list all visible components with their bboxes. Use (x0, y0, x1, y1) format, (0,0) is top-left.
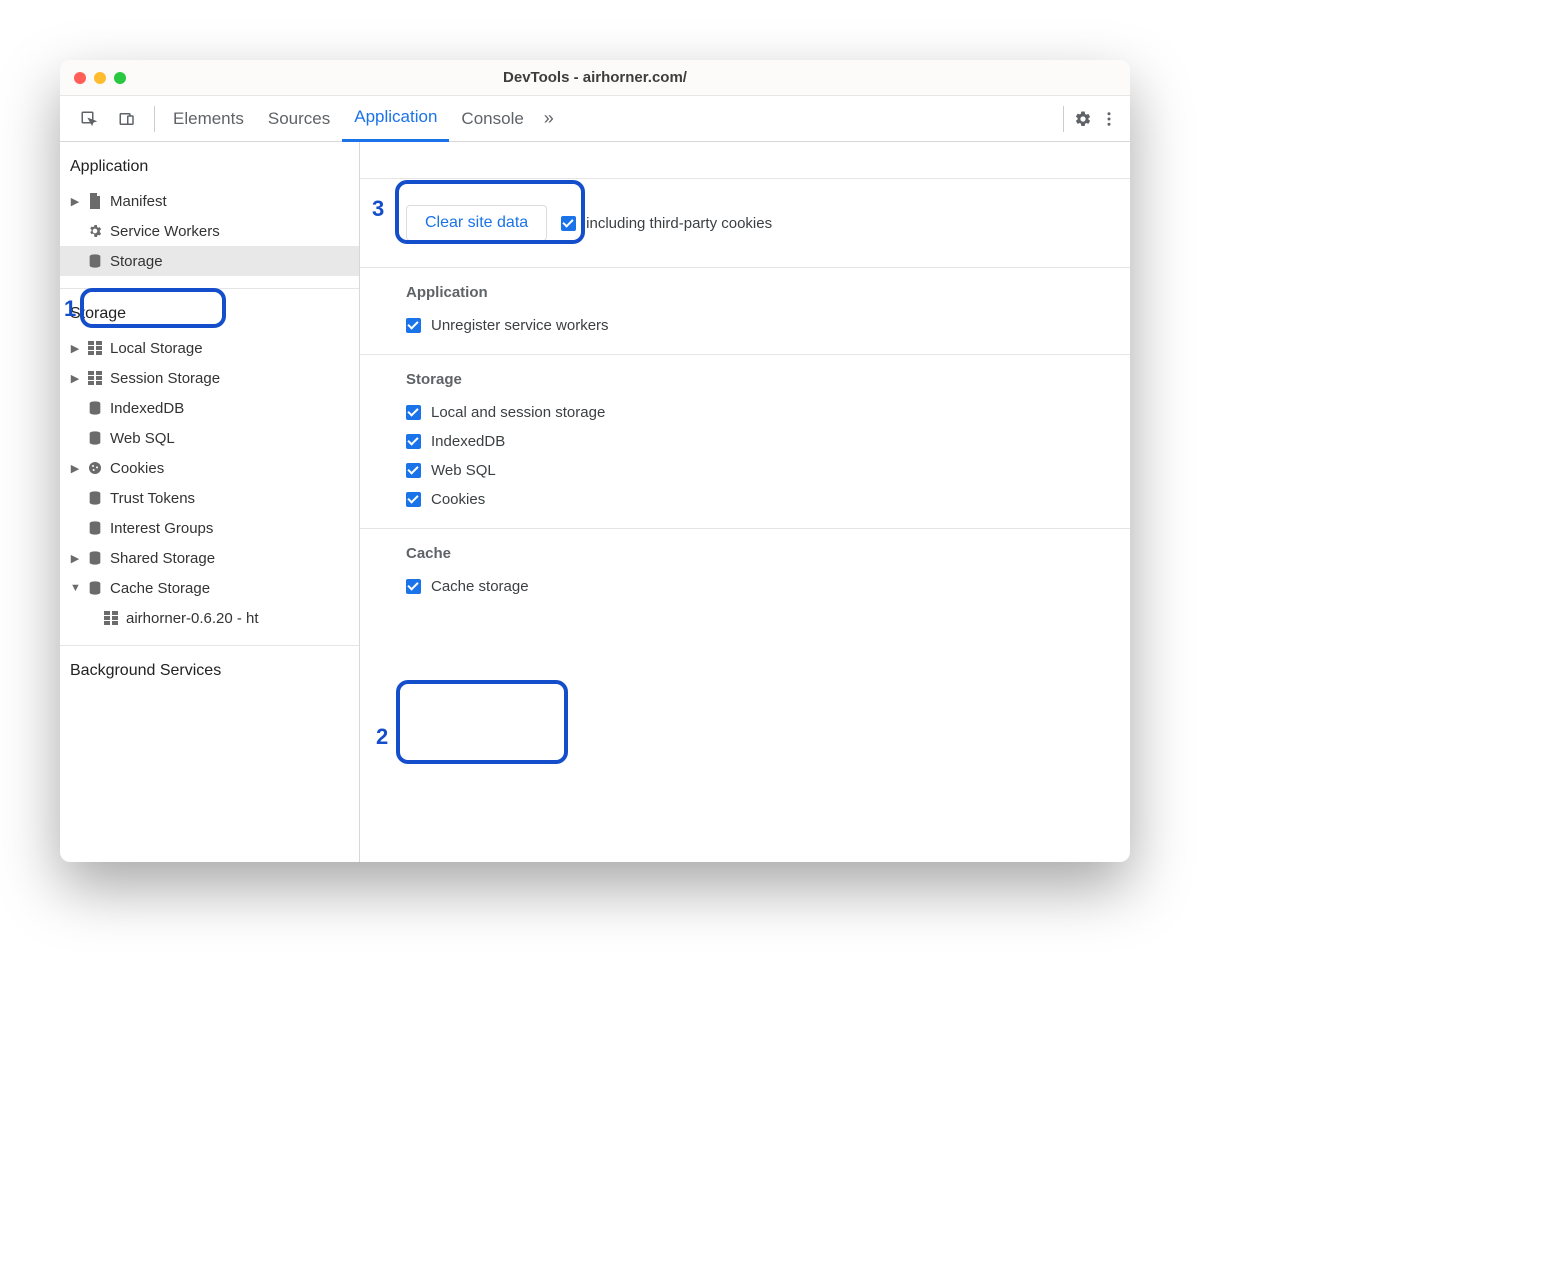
cookies-checkbox[interactable] (406, 492, 421, 507)
database-icon (86, 579, 104, 597)
sidebar-heading-application: Application (60, 152, 359, 186)
device-toolbar-icon[interactable] (114, 106, 140, 132)
indexeddb-checkbox[interactable] (406, 434, 421, 449)
zoom-window-button[interactable] (114, 72, 126, 84)
body: Application ▶ Manifest ▶ Service Workers… (60, 142, 1130, 862)
table-icon (86, 369, 104, 387)
close-window-button[interactable] (74, 72, 86, 84)
database-icon (86, 489, 104, 507)
sidebar-section-storage: Storage ▶ Local Storage ▶ Session Storag… (60, 289, 359, 646)
section-title-application: Application (376, 282, 1114, 311)
tab-application[interactable]: Application (342, 96, 449, 142)
label: airhorner-0.6.20 - ht (126, 610, 259, 627)
label: Local Storage (110, 340, 203, 357)
sidebar-item-trust-tokens[interactable]: ▶ Trust Tokens (60, 483, 359, 513)
disclosure-icon: ▶ (70, 462, 80, 475)
document-icon (86, 192, 104, 210)
tab-elements[interactable]: Elements (161, 96, 256, 142)
local-session-checkbox[interactable] (406, 405, 421, 420)
label: Interest Groups (110, 520, 213, 537)
third-party-cookies-checkbox[interactable] (561, 216, 576, 231)
third-party-cookies-label: including third-party cookies (586, 215, 772, 232)
clear-site-data-button[interactable]: Clear site data (406, 205, 547, 241)
minimize-window-button[interactable] (94, 72, 106, 84)
application-group-panel: Application Unregister service workers (360, 268, 1130, 355)
unregister-sw-label: Unregister service workers (431, 317, 609, 334)
label: Storage (110, 253, 163, 270)
inspect-element-icon[interactable] (76, 106, 102, 132)
sidebar-item-session-storage[interactable]: ▶ Session Storage (60, 363, 359, 393)
label: Cookies (110, 460, 164, 477)
sidebar-item-cache-storage[interactable]: ▼ Cache Storage (60, 573, 359, 603)
sidebar-item-indexeddb[interactable]: ▶ IndexedDB (60, 393, 359, 423)
sidebar-item-local-storage[interactable]: ▶ Local Storage (60, 333, 359, 363)
disclosure-open-icon: ▼ (70, 582, 80, 594)
cache-group-panel: Cache Cache storage (360, 529, 1130, 615)
label: Manifest (110, 193, 167, 210)
label: Web SQL (110, 430, 175, 447)
database-icon (86, 399, 104, 417)
database-icon (86, 519, 104, 537)
label: IndexedDB (110, 400, 184, 417)
web-sql-label: Web SQL (431, 462, 496, 479)
tab-console[interactable]: Console (449, 96, 535, 142)
sidebar-heading-bg-services: Background Services (60, 656, 359, 690)
disclosure-icon: ▶ (70, 195, 80, 208)
disclosure-icon: ▶ (70, 552, 80, 565)
disclosure-icon: ▶ (70, 372, 80, 385)
kebab-menu-icon[interactable] (1096, 106, 1122, 132)
database-icon (86, 429, 104, 447)
sidebar-item-service-workers[interactable]: ▶ Service Workers (60, 216, 359, 246)
label: Session Storage (110, 370, 220, 387)
clear-data-panel: Clear site data including third-party co… (360, 178, 1130, 268)
sidebar: Application ▶ Manifest ▶ Service Workers… (60, 142, 360, 862)
sidebar-item-cookies[interactable]: ▶ Cookies (60, 453, 359, 483)
table-icon (102, 609, 120, 627)
sidebar-section-application: Application ▶ Manifest ▶ Service Workers… (60, 142, 359, 289)
storage-group-panel: Storage Local and session storage Indexe… (360, 355, 1130, 529)
cache-storage-label: Cache storage (431, 578, 529, 595)
table-icon (86, 339, 104, 357)
section-title-cache: Cache (376, 543, 1114, 572)
label: Shared Storage (110, 550, 215, 567)
database-icon (86, 549, 104, 567)
traffic-lights (74, 72, 126, 84)
sidebar-item-cache-entry[interactable]: airhorner-0.6.20 - ht (60, 603, 359, 633)
disclosure-icon: ▶ (70, 342, 80, 355)
cookies-label: Cookies (431, 491, 485, 508)
label: Trust Tokens (110, 490, 195, 507)
sidebar-section-bg-services: Background Services (60, 646, 359, 702)
sidebar-item-interest-groups[interactable]: ▶ Interest Groups (60, 513, 359, 543)
main-panel: Clear site data including third-party co… (360, 142, 1130, 862)
local-session-label: Local and session storage (431, 404, 605, 421)
devtools-window: DevTools - airhorner.com/ Elements Sourc… (60, 60, 1130, 862)
more-tabs-icon[interactable]: » (536, 106, 562, 132)
gear-icon (86, 222, 104, 240)
label: Cache Storage (110, 580, 210, 597)
window-title: DevTools - airhorner.com/ (60, 69, 1130, 86)
unregister-sw-checkbox[interactable] (406, 318, 421, 333)
database-icon (86, 252, 104, 270)
label: Service Workers (110, 223, 220, 240)
cookie-icon (86, 459, 104, 477)
section-title-storage: Storage (376, 369, 1114, 398)
divider (1063, 106, 1064, 132)
titlebar: DevTools - airhorner.com/ (60, 60, 1130, 96)
sidebar-heading-storage: Storage (60, 299, 359, 333)
sidebar-item-shared-storage[interactable]: ▶ Shared Storage (60, 543, 359, 573)
cache-storage-checkbox[interactable] (406, 579, 421, 594)
web-sql-checkbox[interactable] (406, 463, 421, 478)
settings-icon[interactable] (1070, 106, 1096, 132)
divider (154, 106, 155, 132)
sidebar-item-manifest[interactable]: ▶ Manifest (60, 186, 359, 216)
sidebar-item-web-sql[interactable]: ▶ Web SQL (60, 423, 359, 453)
sidebar-item-storage[interactable]: ▶ Storage (60, 246, 359, 276)
main-toolbar: Elements Sources Application Console » (60, 96, 1130, 142)
indexeddb-label: IndexedDB (431, 433, 505, 450)
tab-sources[interactable]: Sources (256, 96, 342, 142)
